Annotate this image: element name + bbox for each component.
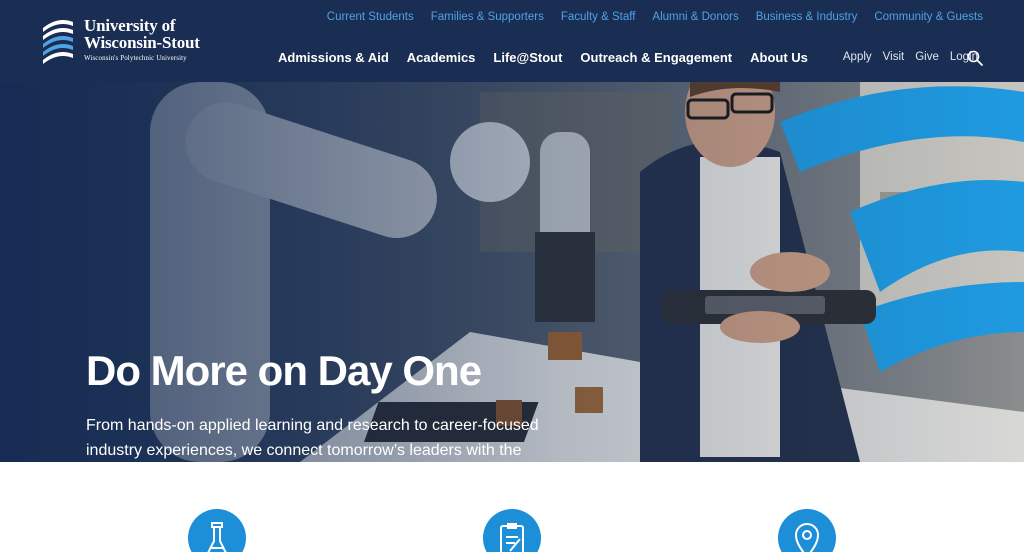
feature-section <box>0 462 1024 552</box>
logo-wordmark: University of Wisconsin-Stout Wisconsin'… <box>84 12 200 63</box>
util-link-visit[interactable]: Visit <box>883 51 905 63</box>
logo-line-1: University of <box>84 16 176 35</box>
feature-icon-learning[interactable] <box>483 509 541 552</box>
hero-description: From hands-on applied learning and resea… <box>86 417 539 459</box>
feature-icon-location[interactable] <box>778 509 836 552</box>
utility-nav: Apply Visit Give Login <box>843 51 978 63</box>
logo-mark-icon <box>43 20 73 64</box>
university-logo[interactable]: University of Wisconsin-Stout Wisconsin'… <box>41 12 200 68</box>
audience-link-faculty-staff[interactable]: Faculty & Staff <box>561 11 636 23</box>
util-link-apply[interactable]: Apply <box>843 51 872 63</box>
audience-link-community-guests[interactable]: Community & Guests <box>874 11 983 23</box>
audience-link-current-students[interactable]: Current Students <box>327 11 414 23</box>
nav-life-at-stout[interactable]: Life@Stout <box>493 50 562 65</box>
nav-outreach-engagement[interactable]: Outreach & Engagement <box>580 50 732 65</box>
logo-tagline: Wisconsin's Polytechnic University <box>84 54 187 62</box>
audience-nav: Current Students Families & Supporters F… <box>327 11 983 23</box>
audience-link-business-industry[interactable]: Business & Industry <box>756 11 858 23</box>
site-header: University of Wisconsin-Stout Wisconsin'… <box>0 0 1024 82</box>
hero-title: Do More on Day One <box>86 347 482 394</box>
map-pin-icon <box>794 523 820 552</box>
audience-link-families-supporters[interactable]: Families & Supporters <box>431 11 544 23</box>
nav-about-us[interactable]: About Us <box>750 50 808 65</box>
flask-icon <box>207 522 227 552</box>
hero-photo <box>0 82 1024 462</box>
feature-icon-research[interactable] <box>188 509 246 552</box>
util-link-give[interactable]: Give <box>915 51 939 63</box>
hero-banner: Do More on Day One From hands-on applied… <box>0 82 1024 462</box>
nav-academics[interactable]: Academics <box>407 50 476 65</box>
search-icon[interactable] <box>967 50 983 66</box>
main-nav: Admissions & Aid Academics Life@Stout Ou… <box>278 50 808 65</box>
nav-admissions-aid[interactable]: Admissions & Aid <box>278 50 389 65</box>
audience-link-alumni-donors[interactable]: Alumni & Donors <box>652 11 738 23</box>
logo-line-2: Wisconsin-Stout <box>84 33 200 52</box>
clipboard-icon <box>500 523 524 552</box>
